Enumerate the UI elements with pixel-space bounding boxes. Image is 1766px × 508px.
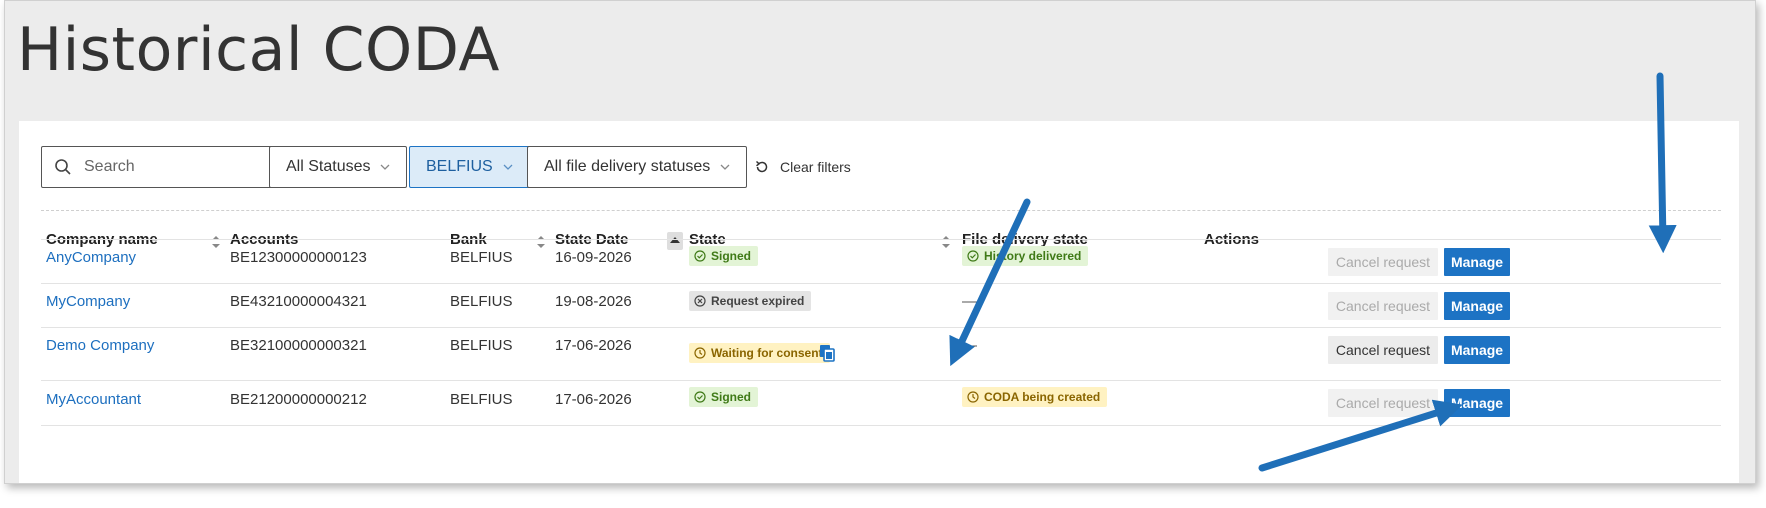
manage-button[interactable]: Manage: [1444, 248, 1510, 276]
manage-button[interactable]: Manage: [1444, 292, 1510, 320]
state-badge: Signed: [689, 387, 759, 407]
delivery-badge: CODA being created: [962, 387, 1108, 407]
search-placeholder: Search: [84, 158, 135, 175]
delivery-label: CODA being created: [984, 390, 1101, 404]
x-circle-icon: [694, 295, 706, 307]
state-label: Waiting for consent: [711, 346, 823, 360]
cancel-request-button[interactable]: Cancel request: [1328, 389, 1438, 417]
company-link[interactable]: Demo Company: [46, 337, 154, 354]
chevron-down-icon: [381, 164, 390, 170]
chevron-down-icon: [503, 164, 513, 170]
clear-filters-button[interactable]: Clear filters: [754, 146, 851, 188]
sort-icon[interactable]: [536, 235, 546, 249]
delivery-filter-dropdown[interactable]: All file delivery statuses: [527, 146, 748, 188]
cancel-request-button[interactable]: Cancel request: [1328, 292, 1438, 320]
filter-divider: [41, 210, 1721, 211]
state-label: Signed: [711, 249, 752, 263]
delivery-badge: History delivered: [962, 246, 1089, 266]
account-cell: BE21200000000212: [230, 391, 367, 408]
content-panel: Search All Statuses BELFIUS All file del…: [19, 121, 1739, 483]
sort-icon[interactable]: [211, 235, 221, 249]
status-filter-label: All Statuses: [286, 158, 371, 175]
state-label: Request expired: [711, 294, 805, 308]
header-divider: [41, 239, 1721, 240]
date-cell: 16-09-2026: [555, 249, 632, 266]
state-badge: Waiting for consent: [689, 343, 830, 363]
clock-icon: [694, 347, 706, 359]
bank-cell: BELFIUS: [450, 293, 513, 310]
state-badge: Signed: [689, 246, 759, 266]
window-frame: Historical CODA Search All Statuses BELF…: [4, 0, 1756, 484]
manage-button[interactable]: Manage: [1444, 336, 1510, 364]
bank-cell: BELFIUS: [450, 391, 513, 408]
search-input[interactable]: Search: [41, 146, 285, 188]
refresh-icon: [755, 160, 768, 173]
manage-button[interactable]: Manage: [1444, 389, 1510, 417]
row-divider: [41, 425, 1721, 426]
delivery-empty: —: [962, 293, 977, 310]
delivery-empty: —: [962, 337, 977, 354]
row-divider: [41, 327, 1721, 328]
state-label: Signed: [711, 390, 752, 404]
row-divider: [41, 380, 1721, 381]
copy-icon[interactable]: [817, 343, 837, 363]
bank-filter-label: BELFIUS: [426, 158, 493, 175]
sort-icon[interactable]: [941, 235, 951, 249]
bank-cell: BELFIUS: [450, 337, 513, 354]
account-cell: BE43210000004321: [230, 293, 367, 310]
cancel-request-button[interactable]: Cancel request: [1328, 336, 1438, 364]
date-cell: 17-06-2026: [555, 337, 632, 354]
row-divider: [41, 283, 1721, 284]
company-link[interactable]: AnyCompany: [46, 249, 136, 266]
cancel-request-button[interactable]: Cancel request: [1328, 248, 1438, 276]
company-link[interactable]: MyAccountant: [46, 391, 141, 408]
search-icon: [55, 159, 71, 175]
page-title: Historical CODA: [17, 15, 500, 85]
company-link[interactable]: MyCompany: [46, 293, 130, 310]
sort-ascending-icon[interactable]: [667, 232, 683, 250]
date-cell: 19-08-2026: [555, 293, 632, 310]
check-circle-icon: [694, 250, 706, 262]
clear-filters-label: Clear filters: [780, 159, 851, 175]
chevron-down-icon: [720, 164, 730, 170]
bank-cell: BELFIUS: [450, 249, 513, 266]
status-filter-dropdown[interactable]: All Statuses: [269, 146, 408, 188]
delivery-label: History delivered: [984, 249, 1082, 263]
clock-icon: [967, 391, 979, 403]
bank-filter-dropdown[interactable]: BELFIUS: [409, 146, 530, 188]
date-cell: 17-06-2026: [555, 391, 632, 408]
check-circle-icon: [967, 250, 979, 262]
account-cell: BE32100000000321: [230, 337, 367, 354]
check-circle-icon: [694, 391, 706, 403]
state-badge: Request expired: [689, 291, 812, 311]
account-cell: BE12300000000123: [230, 249, 367, 266]
delivery-filter-label: All file delivery statuses: [544, 158, 711, 175]
